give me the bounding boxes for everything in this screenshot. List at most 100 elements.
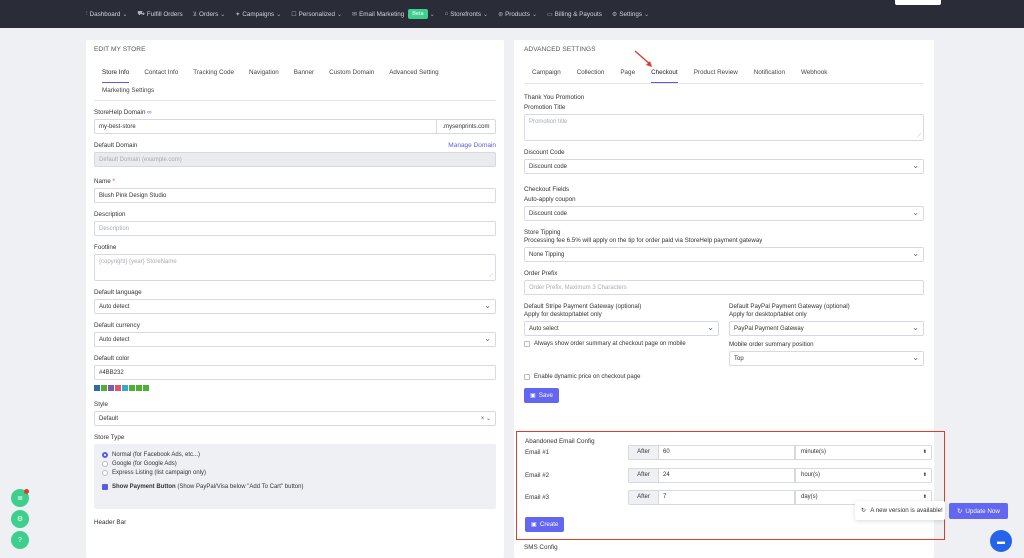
nav-item-orders[interactable]: ⊻ Orders ⌄ xyxy=(193,11,226,18)
email-unit-select[interactable]: minute(s) xyxy=(795,444,932,460)
color-input[interactable]: #4BB232 xyxy=(94,365,496,380)
color-swatch[interactable] xyxy=(115,385,121,391)
top-right-box xyxy=(895,0,941,5)
tab-notification[interactable]: Notification xyxy=(754,65,785,83)
color-swatch[interactable] xyxy=(108,385,114,391)
tab-campaign[interactable]: Campaign xyxy=(532,65,561,83)
advanced-tabs: Campaign Collection Page Checkout Product Re… xyxy=(524,65,924,84)
chat-button[interactable]: ▬ xyxy=(990,530,1012,552)
nav-item-dashboard[interactable]: ⫶ Dashboard ⌄ xyxy=(86,11,127,18)
dynamic-price-checkbox[interactable]: Enable dynamic price on checkout page xyxy=(524,374,924,380)
float-help-button[interactable]: ? xyxy=(11,531,29,549)
nav-item-billing-payouts[interactable]: ▭ Billing & Payouts xyxy=(547,11,602,18)
tab-collection[interactable]: Collection xyxy=(577,65,605,83)
abandoned-email-config: Abandoned Email Config Email #1 After 60 mi… xyxy=(516,431,945,540)
color-swatch[interactable] xyxy=(101,385,107,391)
tab-product-review[interactable]: Product Review xyxy=(694,65,738,83)
nav-item-settings[interactable]: ⚙ Settings ⌄ xyxy=(612,11,649,18)
radio-icon[interactable] xyxy=(102,461,108,467)
thank-you-title: Thank You Promotion xyxy=(524,94,585,101)
radio-icon[interactable] xyxy=(102,452,108,458)
nav-label: Products xyxy=(505,10,530,18)
discount-code-select[interactable]: Discount code xyxy=(524,159,924,174)
checkbox-icon[interactable] xyxy=(524,374,530,380)
promotion-title-input[interactable]: Promotion title xyxy=(524,114,924,141)
tab-custom-domain[interactable]: Custom Domain xyxy=(329,65,374,83)
settings-icon: ⚙ xyxy=(611,11,618,18)
email-unit-select[interactable]: hour(s) xyxy=(795,467,932,483)
currency-select[interactable]: Auto detect xyxy=(94,332,496,347)
color-swatch[interactable] xyxy=(129,385,135,391)
chevron-down-icon: ⌄ xyxy=(644,11,650,18)
storehelp-domain-label: StoreHelp Domain ∞ xyxy=(94,109,152,116)
style-select[interactable]: Default × ⌄ xyxy=(94,411,496,426)
auto-apply-select[interactable]: Discount code xyxy=(524,206,924,221)
color-swatch[interactable] xyxy=(122,385,128,391)
nav-label: Storefronts xyxy=(450,10,482,18)
show-payment-checkbox[interactable]: Show Payment Button (Show PayPal/Visa be… xyxy=(102,484,488,490)
list-icon: ≣ xyxy=(17,495,23,502)
promotion-title-label: Promotion Title xyxy=(524,104,566,111)
description-label: Description xyxy=(94,211,126,218)
tipping-select[interactable]: None Tipping xyxy=(524,247,924,262)
language-select[interactable]: Auto detect xyxy=(94,299,496,314)
store-type-option[interactable]: Express Listing (list campaign only) xyxy=(102,470,488,476)
tab-checkout[interactable]: Checkout xyxy=(651,65,678,83)
edit-store-panel: EDIT MY STORE Store Info Contact Info Trac… xyxy=(86,40,504,558)
email-label: Email #1 xyxy=(525,448,550,456)
language-label: Default language xyxy=(94,289,142,296)
float-list-button[interactable]: ≣ xyxy=(11,489,29,507)
link-icon[interactable]: ∞ xyxy=(147,109,152,116)
products-icon: ⊛ xyxy=(498,11,504,18)
create-button[interactable]: ▣ Create xyxy=(525,517,565,532)
stripe-select[interactable]: Auto select xyxy=(524,321,719,336)
stripe-label: Default Stripe Payment Gateway (optional… xyxy=(524,303,642,310)
after-addon: After xyxy=(628,489,659,505)
mobile-summary-select[interactable]: Top xyxy=(729,351,924,366)
tab-marketing-settings[interactable]: Marketing Settings xyxy=(102,83,154,100)
tab-advanced-setting[interactable]: Advanced Setting xyxy=(389,65,438,83)
store-type-option[interactable]: Normal (for Facebook Ads, etc...) xyxy=(102,452,488,458)
nav-item-email-marketing[interactable]: ✉ Email Marketing Beta ⌄ xyxy=(352,9,435,19)
checkbox-icon[interactable] xyxy=(102,484,108,490)
color-swatch[interactable] xyxy=(136,385,142,391)
paypal-select[interactable]: PayPal Payment Gateway xyxy=(729,321,924,336)
tab-webhook[interactable]: Webhook xyxy=(801,65,828,83)
store-type-option[interactable]: Google (for Google Ads) xyxy=(102,461,488,467)
nav-label: Orders xyxy=(199,10,219,18)
color-swatch[interactable] xyxy=(94,385,100,391)
update-now-button[interactable]: ↻ Update Now xyxy=(949,503,1008,519)
tab-store-info[interactable]: Store Info xyxy=(102,65,130,83)
tab-navigation[interactable]: Navigation xyxy=(249,65,279,83)
tab-tracking-code[interactable]: Tracking Code xyxy=(193,65,234,83)
checkout-fields-title: Checkout Fields xyxy=(524,186,570,193)
tab-contact-info[interactable]: Contact Info xyxy=(144,65,178,83)
discount-code-label: Discount Code xyxy=(524,149,565,156)
chevron-down-icon: ⌄ xyxy=(220,11,226,18)
radio-icon[interactable] xyxy=(102,470,108,476)
nav-item-campaigns[interactable]: ✦ Campaigns ⌄ xyxy=(235,11,281,18)
storehelp-domain-input[interactable]: my-best-store xyxy=(94,119,436,134)
always-show-checkbox[interactable]: Always show order summary at checkout pa… xyxy=(524,341,719,347)
order-prefix-input[interactable]: Order Prefix, Maximum 3 Characters xyxy=(524,280,924,295)
manage-domain-link[interactable]: Manage Domain xyxy=(448,142,496,149)
nav-item-products[interactable]: ⊛ Products ⌄ xyxy=(498,11,537,18)
color-swatch[interactable] xyxy=(143,385,149,391)
save-button[interactable]: ▣ Save xyxy=(524,388,559,403)
nav-item-storefronts[interactable]: ⌂ Storefronts ⌄ xyxy=(445,11,488,18)
mobile-summary-label: Mobile order summary position xyxy=(729,341,814,348)
name-input[interactable]: Blush Pink Design Studio xyxy=(94,188,496,203)
clear-chevron-icon[interactable]: × ⌄ xyxy=(481,415,491,422)
nav-item-personalized[interactable]: ☐ Personalized ⌄ xyxy=(291,11,342,18)
email-delay-input[interactable]: 7 xyxy=(659,489,795,505)
nav-label: Personalized xyxy=(298,10,336,18)
checkbox-icon[interactable] xyxy=(524,341,530,347)
description-input[interactable]: Description xyxy=(94,221,496,236)
mail-icon: ✉ xyxy=(352,11,358,18)
email-delay-input[interactable]: 60 xyxy=(659,444,795,460)
tab-banner[interactable]: Banner xyxy=(294,65,314,83)
float-settings-button[interactable]: ⚙ xyxy=(11,510,29,528)
footline-textarea[interactable]: {copyright} {year} StoreName xyxy=(94,254,496,281)
nav-item-fulfill-orders[interactable]: ⛟ Fulfill Orders xyxy=(137,10,182,18)
email-delay-input[interactable]: 24 xyxy=(659,467,795,483)
